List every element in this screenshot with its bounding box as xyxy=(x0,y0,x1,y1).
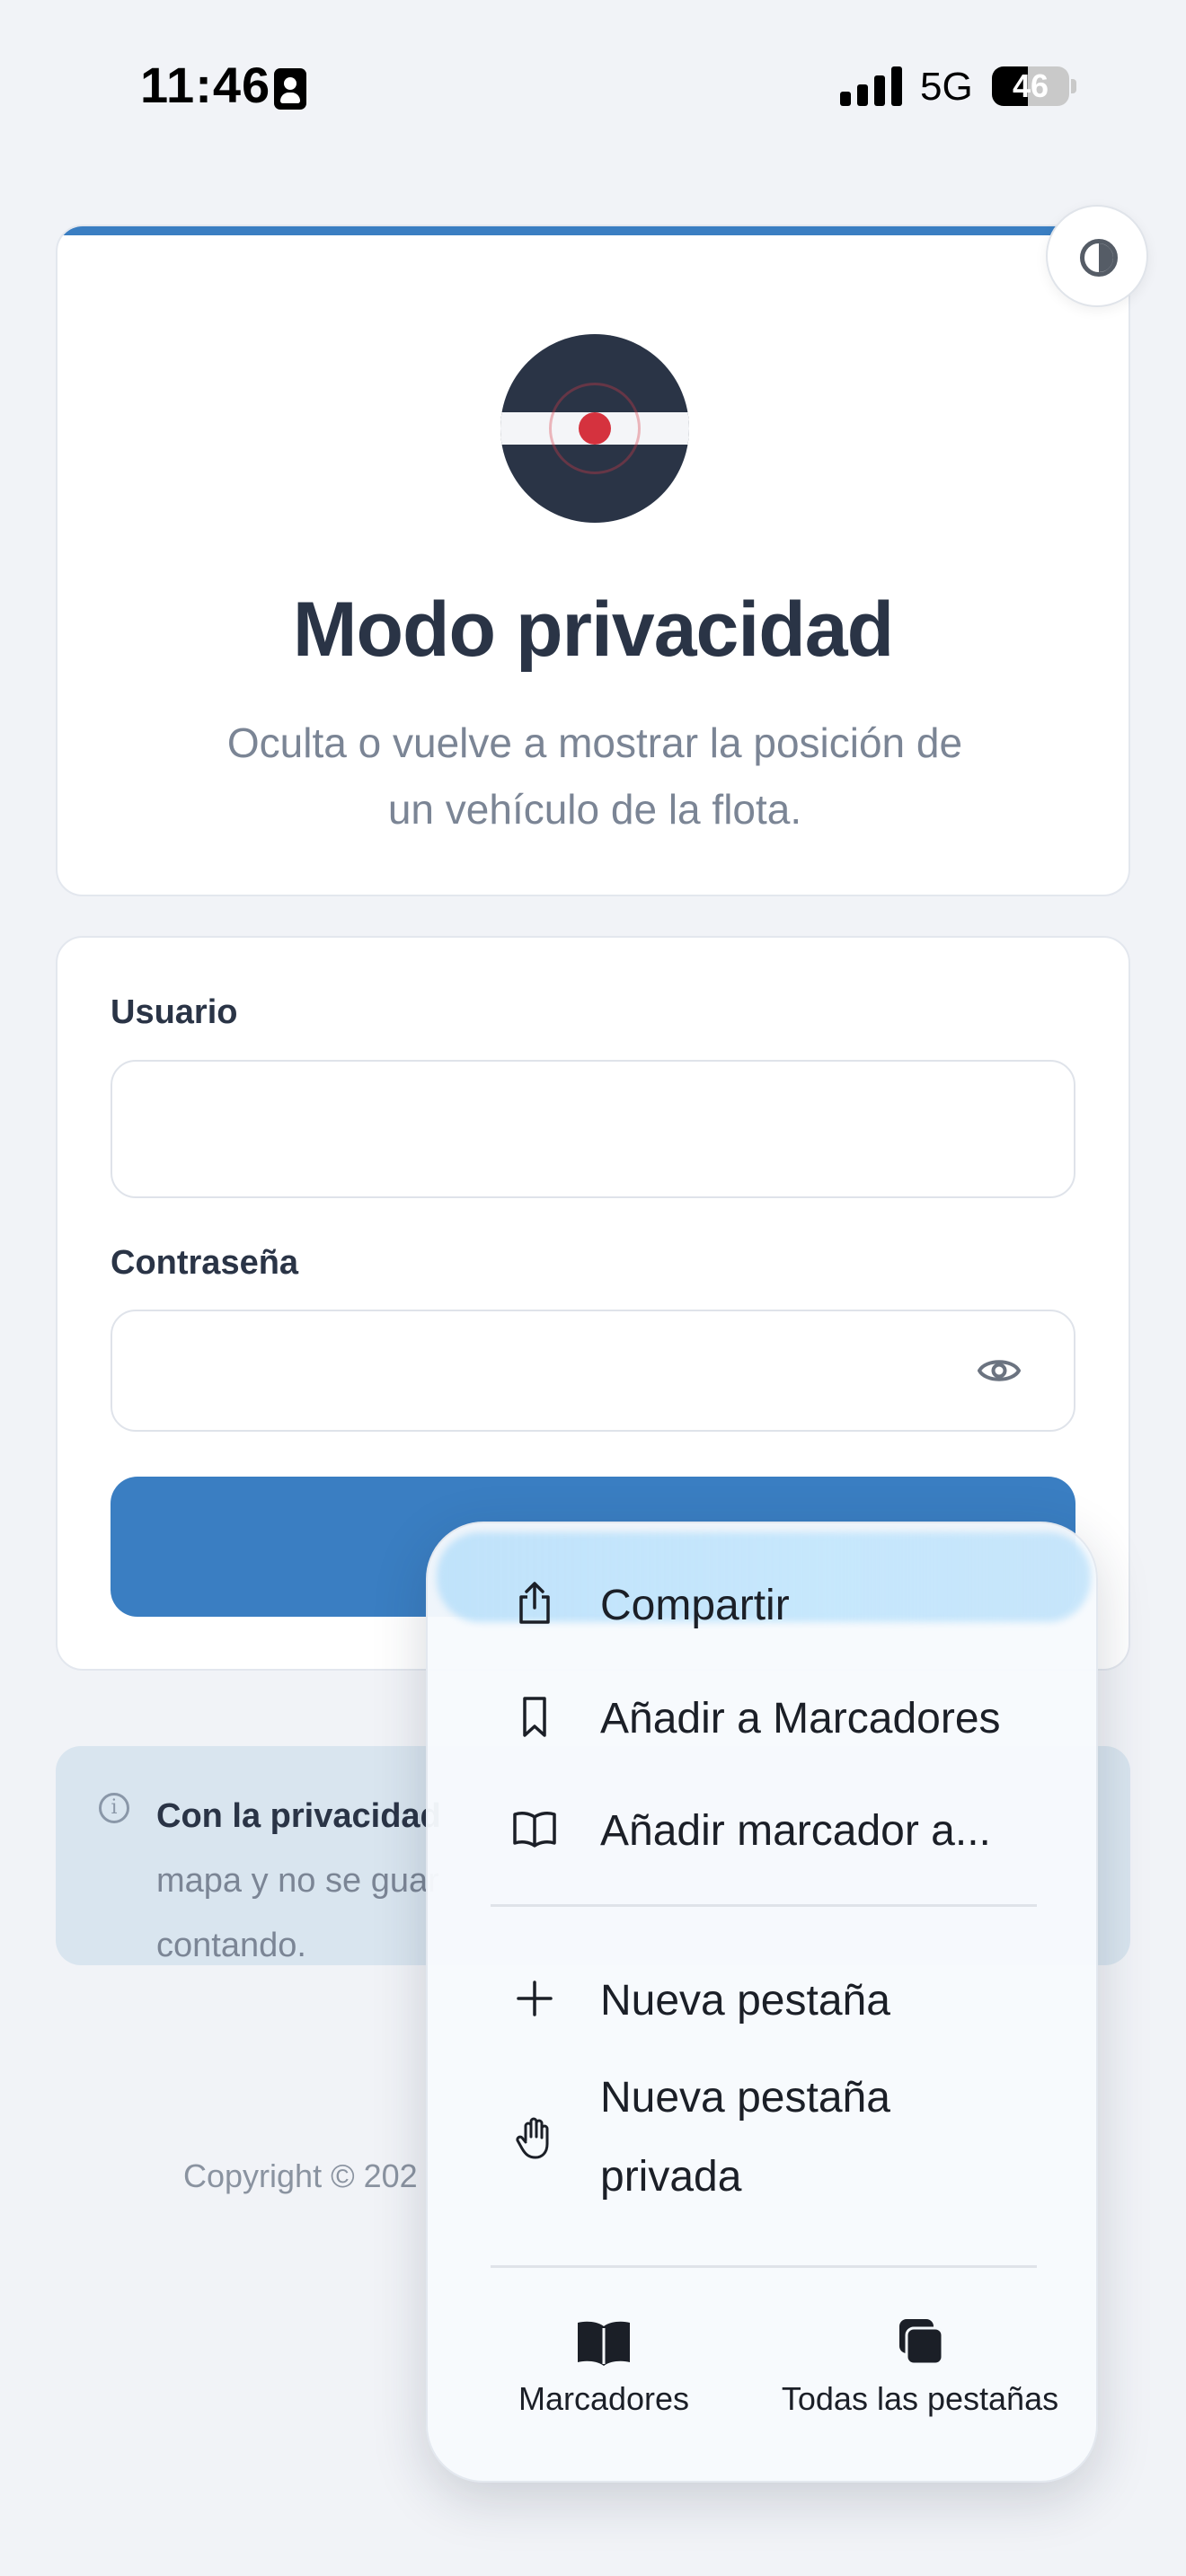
menu-item-label: Compartir xyxy=(600,1582,790,1629)
page-subtitle: Oculta o vuelve a mostrar la posición de… xyxy=(226,719,963,833)
menu-item-label-line1: Nueva pestaña xyxy=(600,2074,890,2122)
eye-icon[interactable] xyxy=(977,1354,1022,1387)
password-label: Contraseña xyxy=(111,1244,299,1282)
menu-item-add-bookmark[interactable]: Añadir a Marcadores xyxy=(428,1667,1096,1766)
menu-separator xyxy=(491,1904,1037,1907)
page-title: Modo privacidad xyxy=(292,587,894,673)
menu-item-share[interactable]: Compartir xyxy=(428,1554,1096,1653)
username-input[interactable] xyxy=(111,1060,1075,1198)
menu-item-label: Nueva pestaña xyxy=(600,1977,890,2025)
menu-item-label: Añadir a Marcadores xyxy=(600,1695,1001,1742)
tabs-icon xyxy=(899,2319,944,2366)
network-type: 5G xyxy=(920,65,973,109)
menu-item-add-bookmark-to[interactable]: Añadir marcador a... xyxy=(428,1779,1096,1878)
menu-all-tabs-button[interactable]: Todas las pestañas xyxy=(767,2317,1073,2452)
menu-item-label: Añadir marcador a... xyxy=(600,1807,991,1855)
header-accent-bar xyxy=(58,226,1128,235)
status-bar: 11:46 5G 46 xyxy=(0,0,1186,171)
menu-item-new-tab[interactable]: Nueva pestaña xyxy=(428,1949,1096,2048)
theme-toggle-button[interactable] xyxy=(1046,205,1148,307)
menu-all-tabs-label: Todas las pestañas xyxy=(781,2380,1059,2417)
plus-icon xyxy=(517,1981,553,2016)
username-label: Usuario xyxy=(111,993,238,1031)
menu-item-label-line2: privada xyxy=(600,2153,742,2201)
menu-bookmarks-label: Marcadores xyxy=(518,2380,690,2417)
menu-item-label: Nueva pestaña privada xyxy=(600,2059,890,2217)
menu-bookmarks-button[interactable]: Marcadores xyxy=(500,2317,708,2452)
privacy-logo-icon xyxy=(500,334,689,523)
page: 11:46 5G 46 Modo privacidad Oculta o vue… xyxy=(0,0,1186,2576)
menu-separator xyxy=(491,2265,1037,2268)
menu-item-new-private-tab[interactable]: Nueva pestaña privada xyxy=(428,2059,1096,2217)
info-icon: i xyxy=(99,1793,129,1823)
status-time: 11:46 xyxy=(140,57,271,113)
bookmark-icon xyxy=(523,1697,546,1737)
info-strong: Con la privacidad xyxy=(156,1797,441,1835)
bookmarks-book-icon xyxy=(578,2321,630,2366)
hand-icon xyxy=(516,2117,549,2159)
cellular-signal-icon xyxy=(840,66,903,106)
battery-level: 46 xyxy=(1012,67,1049,104)
id-card-icon xyxy=(274,68,306,110)
header-card: Modo privacidad Oculta o vuelve a mostra… xyxy=(56,225,1130,896)
contrast-icon xyxy=(1080,239,1118,277)
battery-icon: 46 xyxy=(992,66,1069,106)
battery-cap xyxy=(1071,79,1076,93)
share-icon xyxy=(519,1582,550,1624)
book-open-icon xyxy=(513,1812,556,1848)
copyright-text: Copyright © 202 xyxy=(183,2157,418,2194)
password-input[interactable] xyxy=(111,1310,1075,1432)
